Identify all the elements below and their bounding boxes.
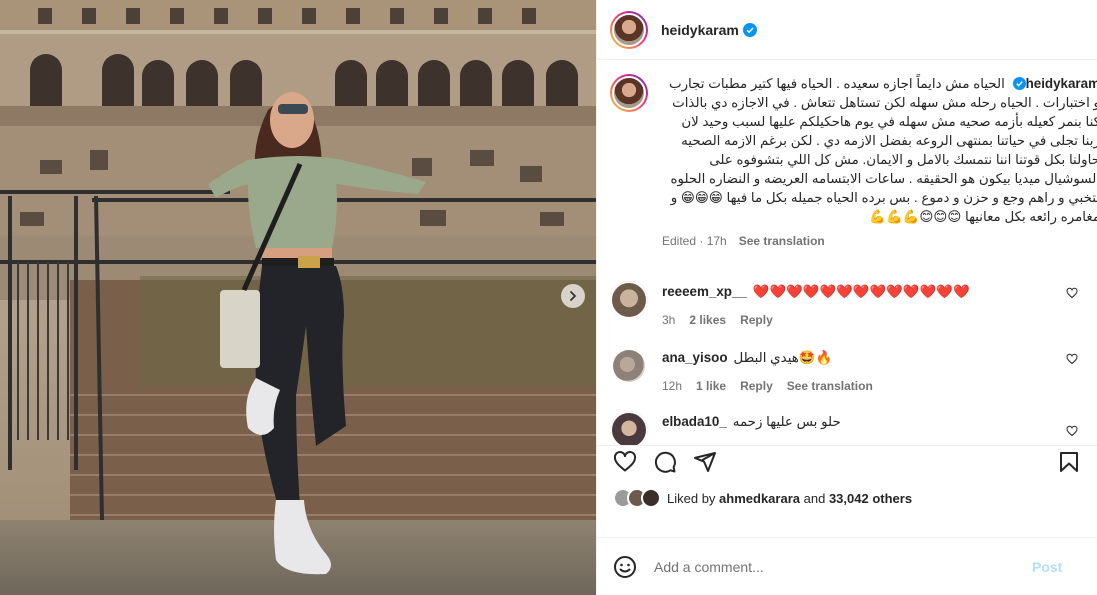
- caption-text: heidykaram الحياه مش دايماً اجازه سعيده …: [662, 74, 1097, 251]
- and-label: and: [803, 490, 826, 506]
- commenter-avatar[interactable]: [610, 281, 648, 319]
- comment-text: حلو بس عليها زحمه: [732, 414, 841, 429]
- comment-time: 3h: [662, 313, 676, 327]
- emoji-icon[interactable]: [613, 555, 637, 579]
- caption-body: الحياه مش دايماً اجازه سعيده . الحياه في…: [668, 76, 1097, 224]
- likes-summary: Liked by ahmedkarara and 33,042 others: [613, 488, 912, 508]
- comments-list[interactable]: heidykaram الحياه مش دايماً اجازه سعيده …: [597, 61, 1097, 445]
- comment-likes-link[interactable]: 2 likes: [689, 313, 726, 327]
- chevron-right-icon: [570, 291, 576, 301]
- heart-icon[interactable]: [1066, 287, 1078, 299]
- post-header: heidykaram: [597, 0, 1097, 60]
- commenter-avatar[interactable]: [613, 350, 645, 382]
- heart-icon[interactable]: [613, 450, 637, 474]
- post-button[interactable]: Post: [1032, 559, 1062, 575]
- comment-text: هيدي البطل🤩🔥: [733, 350, 833, 365]
- post-actions: [597, 445, 1097, 475]
- author-avatar[interactable]: [610, 10, 648, 49]
- reply-button[interactable]: Reply: [740, 379, 773, 393]
- author-username[interactable]: heidykaram: [661, 22, 739, 38]
- see-translation-link[interactable]: See translation: [739, 232, 825, 251]
- comment-likes-link[interactable]: 1 like: [696, 379, 726, 393]
- add-comment-bar: Post: [597, 537, 1097, 595]
- next-photo-button[interactable]: [561, 284, 585, 308]
- verified-badge-icon: [742, 22, 757, 37]
- share-icon[interactable]: [693, 450, 717, 474]
- comment-text: ❤️❤️❤️❤️❤️❤️❤️❤️❤️❤️❤️❤️❤️: [752, 284, 970, 299]
- commenter-username[interactable]: ana_yisoo: [662, 350, 728, 365]
- commenter-username[interactable]: elbada10_: [662, 414, 727, 429]
- heart-icon[interactable]: [1066, 425, 1078, 437]
- reply-button[interactable]: Reply: [740, 313, 773, 327]
- comment-input[interactable]: [654, 558, 1014, 575]
- liked-by-user[interactable]: ahmedkarara: [719, 491, 800, 506]
- comment-time: 12h: [662, 379, 683, 393]
- likes-count[interactable]: 33,042 others: [829, 491, 912, 506]
- liker-avatar[interactable]: [641, 488, 661, 508]
- post-side-panel: heidykaram heidykaram الحياه مش دايماً ا…: [596, 0, 1097, 595]
- post-photo[interactable]: [0, 0, 596, 595]
- post-caption: heidykaram الحياه مش دايماً اجازه سعيده …: [610, 74, 1097, 248]
- caption-meta: Edited · 17h See translation: [662, 232, 1097, 251]
- caption-username[interactable]: heidykaram: [1026, 76, 1097, 91]
- caption-avatar[interactable]: [610, 74, 648, 112]
- caption-time: 17h: [706, 234, 727, 248]
- verified-badge-icon: [1012, 77, 1026, 90]
- heart-icon[interactable]: [1066, 353, 1078, 365]
- see-translation-link[interactable]: See translation: [787, 379, 873, 393]
- edited-label: Edited: [662, 234, 697, 248]
- liked-by-label: Liked by: [667, 490, 716, 506]
- bookmark-icon[interactable]: [1057, 450, 1081, 474]
- commenter-avatar[interactable]: [610, 411, 648, 445]
- commenter-username[interactable]: reeeem_xp__: [662, 284, 747, 299]
- comment-icon[interactable]: [653, 450, 677, 474]
